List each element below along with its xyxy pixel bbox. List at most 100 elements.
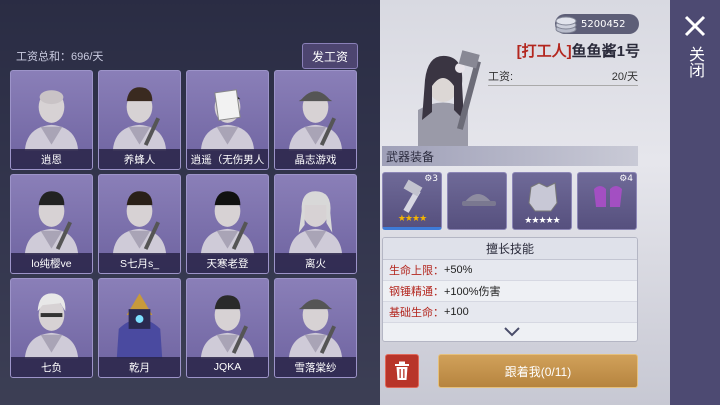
worker-card[interactable]: 晶志游戏 — [274, 70, 357, 170]
worker-avatar — [24, 90, 79, 151]
skill-name: 生命上限： — [389, 265, 444, 277]
follow-me-button[interactable]: 跟着我(0/11) — [438, 354, 638, 388]
trash-icon — [395, 361, 409, 380]
worker-portrait — [11, 175, 92, 255]
equipment-row: ⚙3 ★★★★ ★★★★★ ⚙4 — [382, 172, 638, 230]
skills-title: 擅长技能 — [383, 238, 637, 260]
worker-avatar — [200, 89, 255, 151]
equipment-slot[interactable] — [447, 172, 507, 230]
worker-avatar — [24, 191, 79, 255]
worker-name: 乾月 — [99, 357, 180, 377]
star-icon: ★ — [538, 216, 546, 226]
worker-portrait — [275, 175, 356, 255]
worker-avatar — [112, 191, 167, 255]
worker-portrait — [275, 279, 356, 359]
worker-card[interactable]: 逍恩 — [10, 70, 93, 170]
worker-avatar — [288, 299, 343, 359]
armor-icon — [528, 182, 558, 212]
worker-card[interactable]: 雪落棠纱 — [274, 278, 357, 378]
roster-grid: 逍恩 养蜂人 逍遥（无伤男人 晶志游戏 lo纯樱ve S七月s_ 天寒老登 离火… — [10, 70, 360, 378]
worker-name: 雪落棠纱 — [275, 357, 356, 377]
currency-display: 5200452 — [555, 14, 639, 34]
character-wage: 工资: 20/天 — [488, 68, 638, 86]
worker-name: 七负 — [11, 357, 92, 377]
close-icon[interactable] — [683, 14, 707, 38]
skill-row: 钢锤精通： +100%伤害 — [383, 281, 637, 302]
gloves-icon — [594, 186, 622, 207]
star-icon: ★ — [404, 214, 413, 224]
wage-header: 工资总和：696/天 发工资 — [8, 42, 358, 70]
close-label[interactable]: 关闭 — [684, 46, 706, 78]
star-icon: ★ — [419, 214, 427, 224]
worker-card[interactable]: 七负 — [10, 278, 93, 378]
worker-portrait — [11, 279, 92, 359]
skill-value: +50% — [444, 264, 473, 276]
worker-card[interactable]: 天寒老登 — [186, 174, 269, 274]
wage-total-label: 工资总和：696/天 — [16, 51, 104, 63]
skill-value: +100 — [444, 306, 469, 318]
equipment-slot[interactable]: ⚙4 — [577, 172, 637, 230]
skill-row: 基础生命： +100 — [383, 302, 637, 323]
equipment-slot[interactable]: ★★★★★ — [512, 172, 572, 230]
star-icon: ★ — [552, 216, 561, 226]
worker-name: lo纯樱ve — [11, 253, 92, 273]
gear-level-badge: ⚙4 — [619, 174, 633, 184]
worker-name: 离火 — [275, 253, 356, 273]
worker-card[interactable]: JQKA — [186, 278, 269, 378]
worker-portrait — [187, 175, 268, 255]
coin-stack-icon — [555, 16, 577, 34]
equipment-title: 武器装备 — [382, 146, 638, 166]
skill-row: 生命上限： +50% — [383, 260, 637, 281]
star-icon: ★ — [397, 214, 406, 224]
cap-icon — [462, 194, 496, 206]
star-rating: ★★★★ — [383, 214, 441, 224]
star-rating: ★★★★★ — [513, 216, 571, 226]
worker-card[interactable]: 离火 — [274, 174, 357, 274]
pay-wages-button[interactable]: 发工资 — [302, 43, 358, 69]
character-wage-value: 20/天 — [611, 71, 638, 83]
worker-card[interactable]: lo纯樱ve — [10, 174, 93, 274]
worker-avatar — [200, 191, 255, 255]
worker-roster[interactable]: 逍恩 养蜂人 逍遥（无伤男人 晶志游戏 lo纯樱ve S七月s_ 天寒老登 离火… — [10, 70, 360, 405]
worker-name: 逍遥（无伤男人 — [187, 149, 268, 169]
worker-portrait — [99, 279, 180, 359]
skill-name: 钢锤精通： — [389, 286, 444, 298]
worker-card[interactable]: S七月s_ — [98, 174, 181, 274]
worker-portrait — [99, 175, 180, 255]
star-icon: ★ — [545, 216, 554, 226]
worker-name: 天寒老登 — [187, 253, 268, 273]
worker-portrait — [11, 71, 92, 151]
worker-avatar — [288, 191, 343, 255]
dismiss-worker-button[interactable] — [385, 354, 419, 388]
worker-avatar — [288, 91, 343, 151]
worker-avatar — [200, 295, 255, 359]
worker-card[interactable]: 养蜂人 — [98, 70, 181, 170]
worker-name: JQKA — [187, 357, 268, 377]
worker-name: S七月s_ — [99, 253, 180, 273]
worker-avatar — [116, 293, 163, 359]
skills-list: 生命上限： +50% 钢锤精通： +100%伤害 基础生命： +100 — [383, 260, 637, 323]
worker-card[interactable]: 逍遥（无伤男人 — [186, 70, 269, 170]
worker-portrait — [275, 71, 356, 151]
worker-card[interactable]: 乾月 — [98, 278, 181, 378]
skill-value: +100%伤害 — [444, 286, 501, 298]
worker-portrait — [99, 71, 180, 151]
currency-amount: 5200452 — [581, 18, 626, 30]
worker-avatar — [24, 293, 79, 359]
worker-name: 逍恩 — [11, 149, 92, 169]
worker-avatar — [112, 87, 167, 151]
hammer-icon — [403, 179, 423, 213]
gear-level-badge: ⚙3 — [424, 174, 438, 184]
character-name-text: 鱼鱼酱1号 — [571, 43, 640, 60]
worker-name: 养蜂人 — [99, 149, 180, 169]
chevron-down-icon[interactable] — [503, 325, 521, 339]
character-role-tag: [打工人] — [516, 43, 572, 60]
skill-name: 基础生命： — [389, 307, 444, 319]
equipment-slot[interactable]: ⚙3 ★★★★ — [382, 172, 442, 230]
character-wage-label: 工资: — [488, 71, 514, 83]
worker-name: 晶志游戏 — [275, 149, 356, 169]
worker-portrait — [187, 279, 268, 359]
character-name: [打工人]鱼鱼酱1号 — [470, 40, 640, 61]
skills-panel[interactable]: 擅长技能 生命上限： +50% 钢锤精通： +100%伤害 基础生命： +100 — [382, 237, 638, 342]
worker-portrait — [187, 71, 268, 151]
